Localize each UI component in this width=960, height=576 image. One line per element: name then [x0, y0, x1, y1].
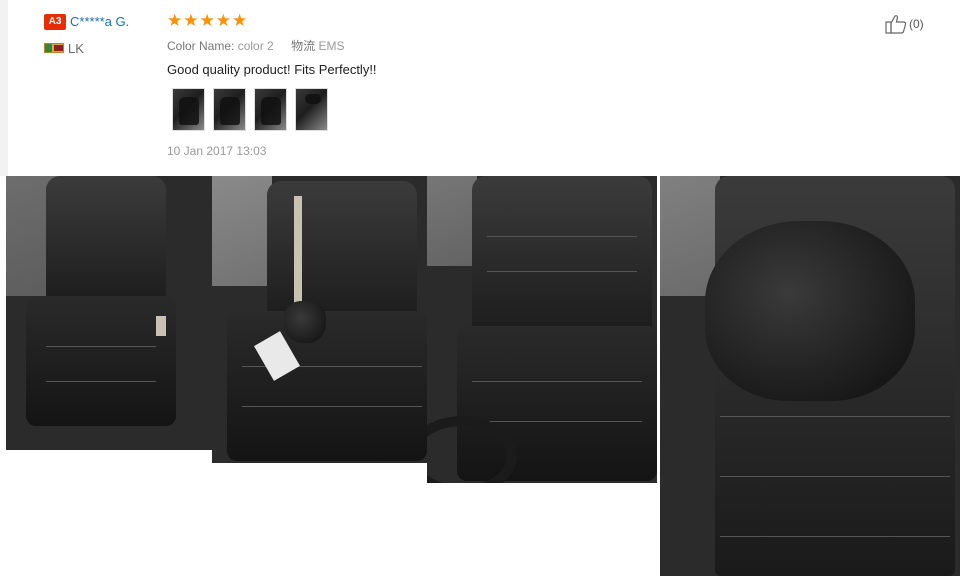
left-strip	[0, 0, 8, 176]
logistics-value: EMS	[318, 39, 345, 53]
review-photo-rear-seat[interactable]	[212, 176, 427, 463]
star-icon: ★	[232, 11, 248, 30]
color-name-label: Color Name:	[167, 39, 235, 53]
product-attributes: Color Name: color 2 物流 EMS	[167, 37, 358, 54]
country-code: LK	[68, 41, 84, 56]
thumbs-up-icon	[885, 14, 907, 34]
buyer-level-badge: A3	[44, 14, 66, 30]
star-rating: ★ ★ ★ ★ ★	[167, 12, 247, 30]
review-text: Good quality product! Fits Perfectly!!	[167, 62, 377, 77]
review-photo-headrest-pillow[interactable]	[660, 176, 960, 576]
review-photo-front-seat[interactable]	[6, 176, 212, 450]
review-photo-driver-seat[interactable]	[427, 176, 657, 483]
logistics-label: 物流	[291, 39, 316, 53]
star-icon: ★	[183, 11, 199, 30]
sri-lanka-flag-icon	[44, 43, 64, 53]
helpful-count: (0)	[909, 17, 924, 31]
review-thumbnail[interactable]	[172, 88, 205, 131]
review-card: A3 C*****a G. LK ★ ★ ★ ★ ★ Color Name: c…	[8, 0, 960, 176]
star-icon: ★	[199, 11, 215, 30]
review-thumbnail[interactable]	[213, 88, 246, 131]
helpful-button[interactable]: (0)	[885, 14, 924, 34]
review-thumbnail[interactable]	[295, 88, 328, 131]
color-name-value: color 2	[237, 39, 274, 53]
review-date: 10 Jan 2017 13:03	[167, 144, 267, 158]
buyer-name[interactable]: C*****a G.	[70, 14, 129, 29]
star-icon: ★	[215, 11, 231, 30]
review-thumbnails	[172, 88, 328, 131]
star-icon: ★	[167, 11, 183, 30]
review-thumbnail[interactable]	[254, 88, 287, 131]
